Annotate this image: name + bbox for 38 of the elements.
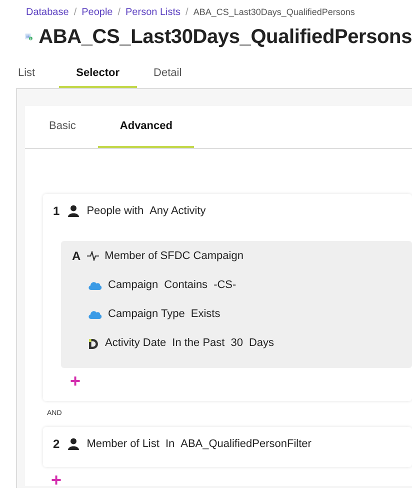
page-title: ABA_CS_Last30Days_QualifiedPersons <box>38 25 412 50</box>
filter-text: ABA_QualifiedPersonFilter <box>180 436 312 452</box>
person-icon <box>68 205 79 217</box>
cloud-icon <box>88 281 102 290</box>
tab[interactable]: Detail <box>136 60 199 88</box>
filter-number: 1 <box>53 203 60 220</box>
breadcrumb-link[interactable]: Person Lists <box>126 5 181 20</box>
filter-text: Activity Date <box>105 336 166 352</box>
condition-letter: A <box>72 248 81 265</box>
person-icon <box>68 438 79 450</box>
cloud-icon <box>88 310 102 319</box>
breadcrumb-link[interactable]: People <box>82 5 113 20</box>
add-button[interactable]: + <box>70 372 81 390</box>
filter-text: Any Activity <box>150 204 206 219</box>
tab[interactable]: Advanced <box>98 106 194 148</box>
breadcrumb-separator: / <box>186 6 188 20</box>
filter-text: People with <box>86 204 144 219</box>
add-button[interactable]: + <box>51 471 62 489</box>
filter-number: 2 <box>53 436 60 453</box>
filter-text: Campaign Type <box>108 307 185 322</box>
tab[interactable]: List <box>18 60 60 88</box>
tab[interactable]: Basic <box>49 106 98 148</box>
date-icon <box>88 338 99 350</box>
filter-text: 30 <box>230 336 243 352</box>
filter-text: Member of SFDC Campaign <box>104 248 244 264</box>
filter-text: Exists <box>190 307 220 322</box>
filter-text: In <box>165 436 175 452</box>
filter-text: Days <box>248 336 274 352</box>
filter-text: Contains <box>164 278 208 294</box>
filter-text: Campaign <box>108 278 158 294</box>
filter-text: -CS- <box>214 278 236 294</box>
pulse-icon <box>86 251 99 261</box>
breadcrumb-separator: / <box>118 6 121 20</box>
breadcrumb-current: ABA_CS_Last30Days_QualifiedPersons <box>193 6 355 19</box>
filter-text: In the Past <box>172 336 225 352</box>
filter-text: Member of List <box>86 436 160 452</box>
breadcrumb-link[interactable]: Database <box>26 5 69 20</box>
breadcrumb-separator: / <box>74 6 77 20</box>
